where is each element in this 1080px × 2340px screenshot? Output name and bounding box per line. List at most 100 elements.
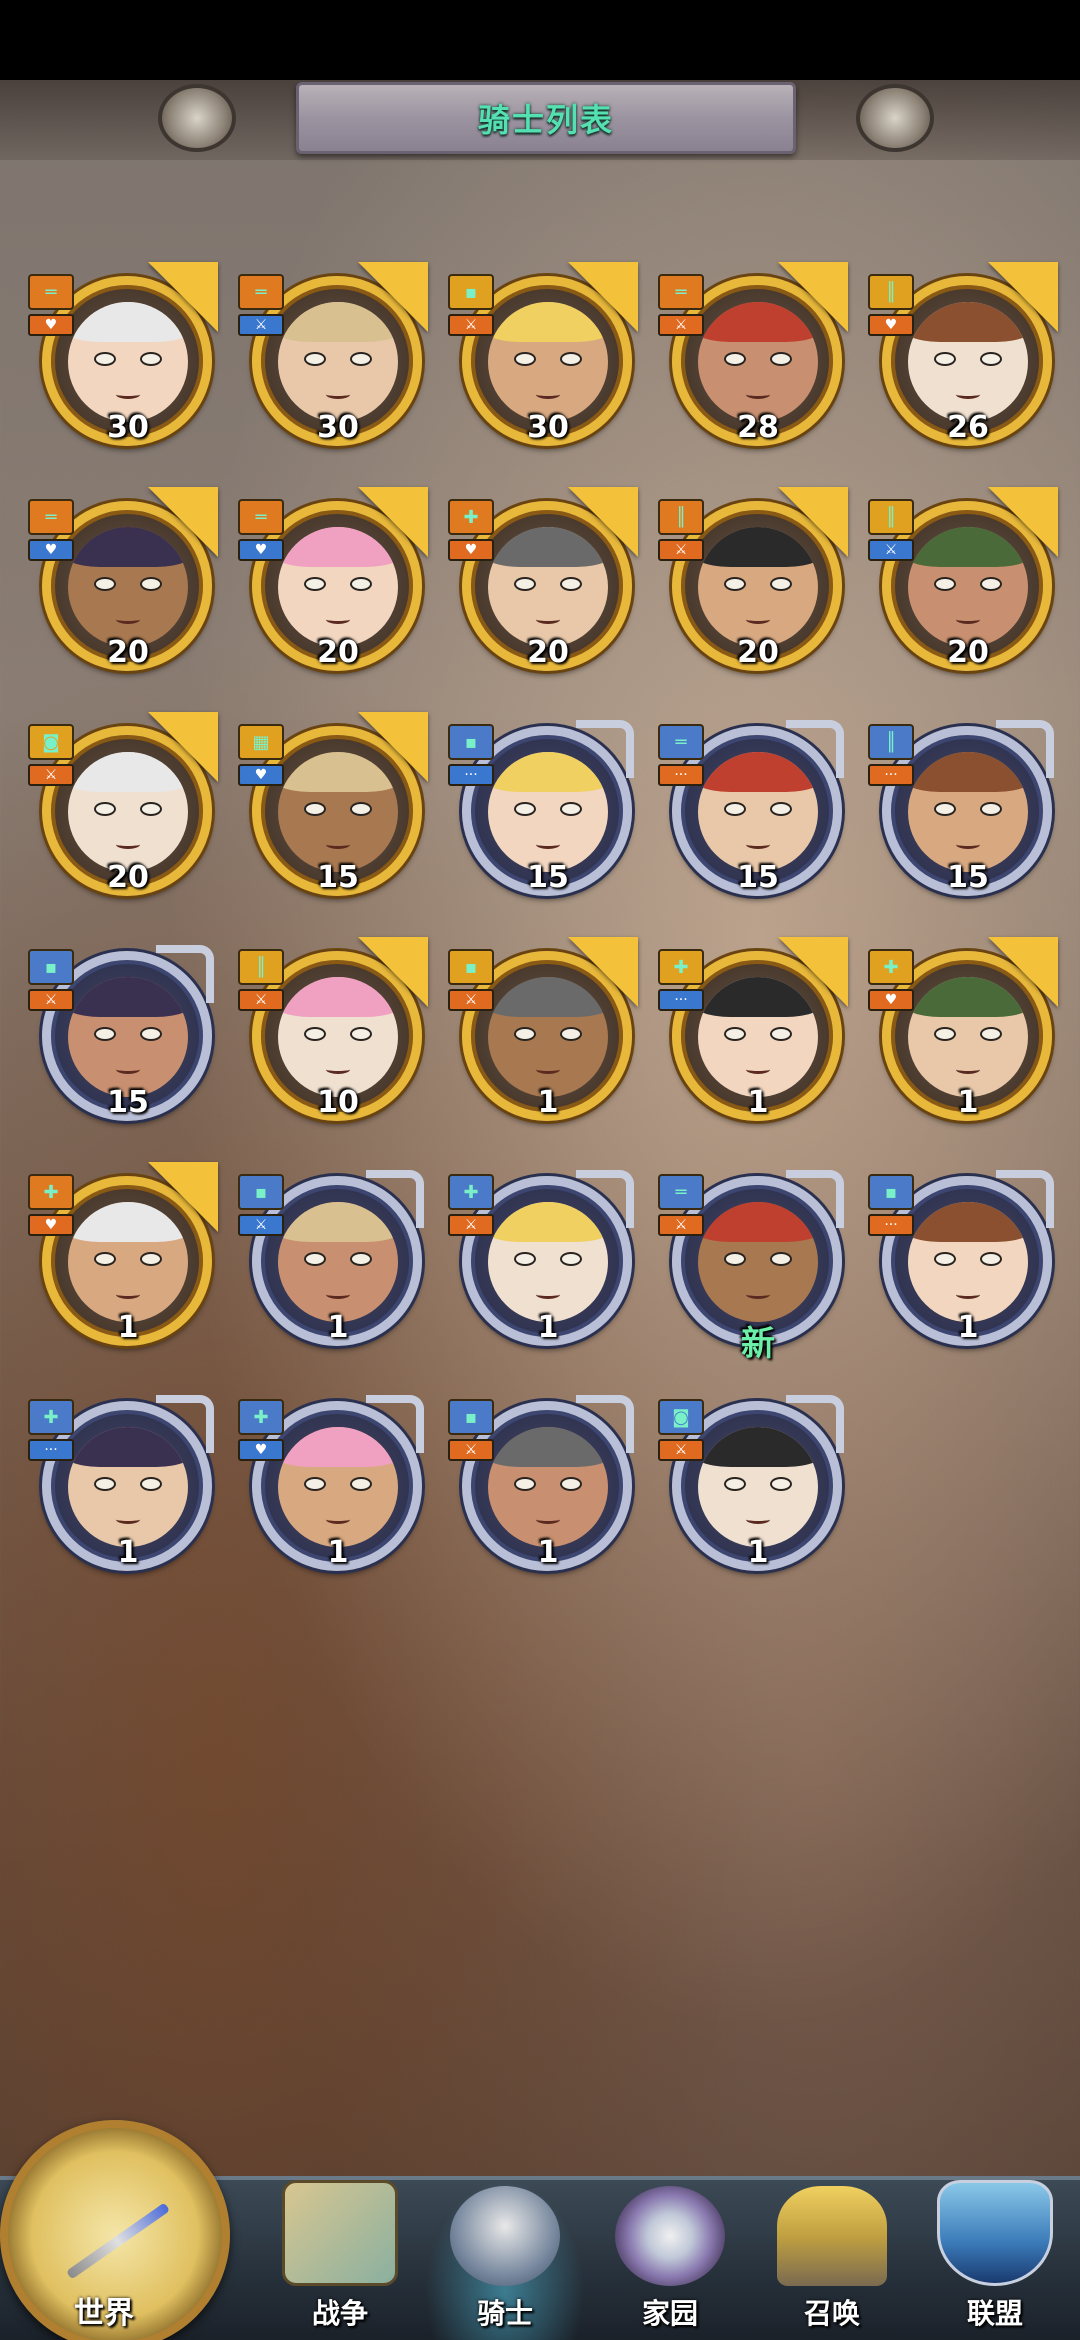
nav-label-home: 家园 [641, 2297, 698, 2330]
hero-card[interactable]: ║ ⚔ 20 [658, 487, 848, 687]
silver-corner-icon [996, 720, 1054, 778]
hero-eyes [94, 1252, 162, 1266]
hero-mouth [116, 1065, 140, 1074]
hero-card[interactable]: ▪ ⚔ 30 [448, 262, 638, 462]
hero-card[interactable]: ▪ ··· 15 [448, 712, 638, 912]
sword-icon: ⚔ [658, 314, 704, 336]
hero-eyes [514, 577, 582, 591]
hero-card[interactable]: ✚ ♥ 1 [28, 1162, 218, 1362]
hero-mouth [536, 840, 560, 849]
heart-icon: ♥ [238, 1439, 284, 1461]
hero-card[interactable]: ▦ ♥ 15 [238, 712, 428, 912]
heart-icon: ♥ [28, 539, 74, 561]
hero-eyes [724, 802, 792, 816]
hero-card[interactable]: ▪ ⚔ 15 [28, 937, 218, 1137]
nav-summon[interactable]: 召唤 [752, 2180, 912, 2340]
star-corner-icon [778, 487, 848, 557]
hero-level: 1 [537, 1085, 559, 1120]
hero-card[interactable]: ✚ ··· 1 [28, 1387, 218, 1587]
hero-eyes [94, 1477, 162, 1491]
nav-home[interactable]: 家园 [590, 2180, 750, 2340]
rank-bars-icon: ═ [238, 499, 284, 535]
hero-mouth [326, 1290, 350, 1299]
hero-eyes [514, 802, 582, 816]
silver-corner-icon [576, 1395, 634, 1453]
star-corner-icon [358, 937, 428, 1007]
hero-mouth [746, 615, 770, 624]
star-corner-icon [358, 487, 428, 557]
hero-mouth [746, 1515, 770, 1524]
hero-card[interactable]: ═ ⚔ 28 [658, 262, 848, 462]
hero-mouth [536, 1515, 560, 1524]
nav-label-world: 世界 [74, 2296, 134, 2331]
hero-card[interactable]: ▪ ⚔ 1 [448, 1387, 638, 1587]
hero-card[interactable]: ▪ ⚔ 1 [238, 1162, 428, 1362]
hero-mouth [956, 1290, 980, 1299]
star-corner-icon [148, 1162, 218, 1232]
silver-corner-icon [366, 1170, 424, 1228]
sword-icon: ⚔ [868, 539, 914, 561]
hero-mouth [116, 1290, 140, 1299]
hero-card[interactable]: ✚ ♥ 1 [238, 1387, 428, 1587]
hero-card[interactable]: ║ ⚔ 20 [868, 487, 1058, 687]
hero-card[interactable]: ═ ♥ 20 [238, 487, 428, 687]
hero-eyes [934, 1027, 1002, 1041]
hero-level: 15 [317, 860, 359, 895]
dots-icon: ··· [658, 989, 704, 1011]
nav-war[interactable]: 战争 [260, 2180, 420, 2340]
rank-column-icon: ║ [868, 724, 914, 760]
hero-card[interactable]: ◙ ⚔ 1 [658, 1387, 848, 1587]
rank-column-icon: ║ [868, 499, 914, 535]
rank-square-icon: ▪ [448, 949, 494, 985]
hero-card[interactable]: ═ ⚔ 30 [238, 262, 428, 462]
hero-card[interactable]: ║ ⚔ 10 [238, 937, 428, 1137]
pressure-gauge-icon [856, 84, 934, 152]
silver-corner-icon [156, 1395, 214, 1453]
rank-cross-icon: ✚ [238, 1399, 284, 1435]
hero-card[interactable]: ║ ♥ 26 [868, 262, 1058, 462]
hero-level: 1 [327, 1310, 349, 1345]
hero-card[interactable]: ═ ··· 15 [658, 712, 848, 912]
hero-level: 20 [107, 860, 149, 895]
sword-icon: ⚔ [238, 314, 284, 336]
hero-eyes [94, 1027, 162, 1041]
hero-eyes [514, 352, 582, 366]
hero-card[interactable]: ▪ ··· 1 [868, 1162, 1058, 1362]
nav-alliance[interactable]: 联盟 [915, 2180, 1075, 2340]
star-corner-icon [148, 487, 218, 557]
hero-card[interactable]: ▪ ⚔ 1 [448, 937, 638, 1137]
hero-card[interactable]: ✚ ··· 1 [658, 937, 848, 1137]
sword-icon: ⚔ [658, 1214, 704, 1236]
hero-eyes [934, 352, 1002, 366]
hero-level: 20 [317, 635, 359, 670]
hero-mouth [116, 1515, 140, 1524]
rank-cross-icon: ✚ [448, 1174, 494, 1210]
hero-card[interactable]: ✚ ♥ 1 [868, 937, 1058, 1137]
gear-icon [615, 2186, 725, 2286]
hero-mouth [536, 390, 560, 399]
heart-icon: ♥ [238, 539, 284, 561]
hero-eyes [514, 1027, 582, 1041]
star-corner-icon [988, 487, 1058, 557]
sword-icon: ⚔ [448, 1214, 494, 1236]
silver-corner-icon [576, 720, 634, 778]
hero-card[interactable]: ✚ ⚔ 1 [448, 1162, 638, 1362]
hero-card[interactable]: ═ ⚔ 新 [658, 1162, 848, 1364]
nav-knights[interactable]: 骑士 [425, 2180, 585, 2340]
hero-card[interactable]: ◙ ⚔ 20 [28, 712, 218, 912]
rank-bars-icon: ═ [658, 724, 704, 760]
hero-level: 30 [107, 410, 149, 445]
hero-card[interactable]: ║ ··· 15 [868, 712, 1058, 912]
hero-card[interactable]: ═ ♥ 30 [28, 262, 218, 462]
hero-mouth [746, 1065, 770, 1074]
sword-icon: ⚔ [238, 989, 284, 1011]
page-title-plate: 骑士列表 [296, 82, 796, 154]
hero-level: 20 [947, 635, 989, 670]
dots-icon: ··· [28, 1439, 74, 1461]
hero-card[interactable]: ✚ ♥ 20 [448, 487, 638, 687]
shield-icon [937, 2180, 1053, 2286]
hero-card[interactable]: ═ ♥ 20 [28, 487, 218, 687]
page-title: 骑士列表 [477, 101, 614, 139]
hero-eyes [304, 352, 372, 366]
dots-icon: ··· [658, 764, 704, 786]
